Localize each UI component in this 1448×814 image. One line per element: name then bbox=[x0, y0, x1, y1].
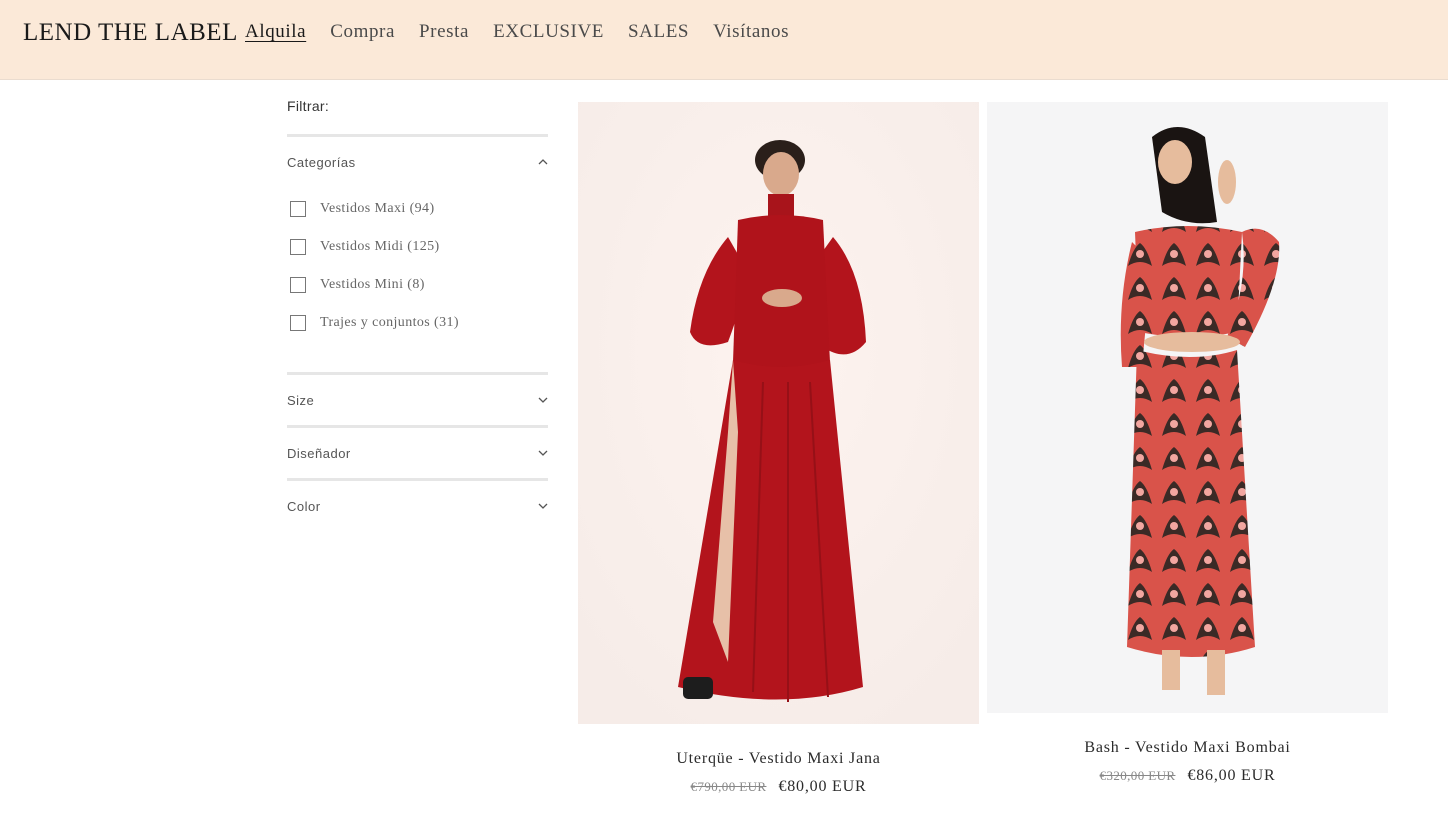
filter-title-color: Color bbox=[287, 498, 321, 514]
filter-section-designer: Diseñador bbox=[287, 425, 548, 478]
product-old-price: €320,00 EUR bbox=[1099, 768, 1176, 783]
option-label: Vestidos Maxi (94) bbox=[320, 201, 435, 216]
product-old-price: €790,00 EUR bbox=[690, 779, 767, 794]
product-image[interactable] bbox=[987, 102, 1388, 713]
chevron-down-icon bbox=[538, 397, 548, 403]
checkbox[interactable] bbox=[290, 277, 306, 293]
category-option-midi[interactable]: Vestidos Midi (125) bbox=[287, 228, 548, 266]
product-image[interactable] bbox=[578, 102, 979, 724]
filter-toggle-size[interactable]: Size bbox=[287, 375, 548, 425]
option-label: Trajes y conjuntos (31) bbox=[320, 315, 459, 330]
filter-toggle-designer[interactable]: Diseñador bbox=[287, 428, 548, 478]
checkbox[interactable] bbox=[290, 239, 306, 255]
chevron-down-icon bbox=[538, 503, 548, 509]
category-option-trajes[interactable]: Trajes y conjuntos (31) bbox=[287, 304, 548, 342]
nav-alquila[interactable]: Alquila bbox=[245, 21, 306, 43]
filter-toggle-categories[interactable]: Categorías bbox=[287, 137, 548, 187]
filter-title-designer: Diseñador bbox=[287, 445, 351, 461]
filter-title-categories: Categorías bbox=[287, 154, 356, 170]
category-options: Vestidos Maxi (94) Vestidos Midi (125) V… bbox=[287, 187, 548, 372]
nav-presta[interactable]: Presta bbox=[419, 21, 469, 43]
filter-title-size: Size bbox=[287, 392, 315, 408]
checkbox[interactable] bbox=[290, 201, 306, 217]
dress-photo-print bbox=[987, 102, 1388, 713]
product-card[interactable]: Uterqüe - Vestido Maxi Jana €790,00 EUR … bbox=[578, 102, 979, 796]
nav-sales[interactable]: SALES bbox=[628, 21, 689, 43]
option-label: Vestidos Mini (8) bbox=[320, 277, 425, 292]
product-sale-price: €86,00 EUR bbox=[1187, 767, 1276, 784]
chevron-up-icon bbox=[538, 159, 548, 165]
filter-section-size: Size bbox=[287, 372, 548, 425]
product-price: €320,00 EUR €86,00 EUR bbox=[987, 767, 1388, 785]
site-header: LEND THE LABEL Alquila Compra Presta EXC… bbox=[0, 0, 1448, 80]
product-title[interactable]: Bash - Vestido Maxi Bombai bbox=[987, 739, 1388, 757]
checkbox[interactable] bbox=[290, 315, 306, 331]
nav-compra[interactable]: Compra bbox=[330, 21, 395, 43]
product-price: €790,00 EUR €80,00 EUR bbox=[578, 778, 979, 796]
filter-heading: Filtrar: bbox=[287, 98, 330, 114]
product-card[interactable]: Bash - Vestido Maxi Bombai €320,00 EUR €… bbox=[987, 102, 1388, 785]
main-nav: Alquila Compra Presta EXCLUSIVE SALES Vi… bbox=[245, 21, 813, 43]
filter-toggle-color[interactable]: Color bbox=[287, 481, 548, 531]
site-logo[interactable]: LEND THE LABEL bbox=[23, 19, 238, 47]
category-option-maxi[interactable]: Vestidos Maxi (94) bbox=[287, 190, 548, 228]
nav-visitanos[interactable]: Visítanos bbox=[713, 21, 789, 43]
product-sale-price: €80,00 EUR bbox=[778, 778, 867, 795]
nav-exclusive[interactable]: EXCLUSIVE bbox=[493, 21, 604, 43]
option-label: Vestidos Midi (125) bbox=[320, 239, 440, 254]
chevron-down-icon bbox=[538, 450, 548, 456]
product-title[interactable]: Uterqüe - Vestido Maxi Jana bbox=[578, 750, 979, 768]
filter-section-color: Color bbox=[287, 478, 548, 531]
dress-photo-red bbox=[578, 102, 979, 724]
category-option-mini[interactable]: Vestidos Mini (8) bbox=[287, 266, 548, 304]
filter-section-categories: Categorías Vestidos Maxi (94) Vestidos M… bbox=[287, 134, 548, 372]
filter-sidebar: Filtrar: Categorías Vestidos Maxi (94) V… bbox=[287, 98, 548, 531]
